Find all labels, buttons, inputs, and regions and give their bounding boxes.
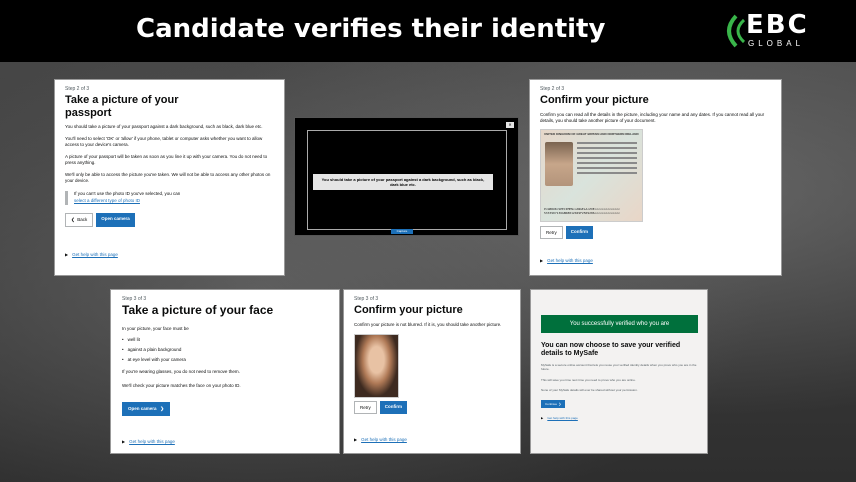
passport-instructions-panel: Step 2 of 3 Take a picture of your passp… [54, 79, 285, 276]
select-different-id-link[interactable]: select a different type of photo ID [74, 198, 274, 205]
passport-image: UNITED KINGDOM OF GREAT BRITAIN AND NORT… [540, 128, 643, 222]
open-camera-button[interactable]: Open camera ❯ [122, 402, 171, 417]
instruction-auto-capture: A picture of your passport will be taken… [65, 153, 268, 166]
match-note: We'll check your picture matches the fac… [122, 382, 241, 388]
continue-button[interactable]: Continue ❯ [541, 400, 566, 408]
step-indicator: Step 3 of 3 [122, 296, 147, 302]
chevron-right-icon: ❯ [156, 406, 165, 412]
open-camera-label: Open camera [128, 406, 157, 412]
triangle-right-icon: ▶ [541, 416, 544, 420]
page-heading: Take a picture of your face [122, 303, 274, 317]
step-indicator: Step 2 of 3 [540, 86, 565, 92]
chevron-right-icon: ❯ [557, 402, 562, 406]
inset-text: If you can't use the photo ID you've sel… [65, 190, 274, 205]
mysafe-benefit: This will save you time next time you ne… [541, 378, 636, 382]
button-row: Retry Confirm [354, 401, 510, 415]
inset-text-body: If you can't use the photo ID you've sel… [74, 190, 181, 196]
glasses-note: If you're wearing glasses, you do not ne… [122, 369, 240, 375]
camera-view-panel: ✕ You should take a picture of your pass… [294, 117, 519, 236]
get-help-link[interactable]: Get help with this page [547, 258, 593, 263]
face-intro: In your picture, your face must be [122, 325, 189, 331]
face-requirements-list: well lit against a plain background at e… [122, 337, 328, 362]
page-heading: Confirm your picture [354, 304, 463, 316]
logo-subtitle: GLOBAL [748, 39, 805, 48]
help-row: ▶ Get help with this page [122, 430, 328, 448]
instruction-dark-background: You should take a picture of your passpo… [65, 124, 263, 130]
instruction-camera-permission: You'll need to select 'OK' or 'allow' if… [65, 135, 263, 148]
retry-button[interactable]: Retry [354, 401, 377, 415]
get-help-link[interactable]: Get help with this page [72, 252, 118, 257]
back-button[interactable]: ❮ Back [65, 212, 94, 227]
verification-success-panel: You successfully verified who you are Yo… [530, 289, 708, 454]
ebc-logo: EBC GLOBAL [718, 10, 828, 50]
confirm-passport-panel: Step 2 of 3 Confirm your picture Confirm… [529, 79, 782, 276]
help-row: ▶ Get help with this page [540, 249, 771, 267]
page-heading: You can now choose to save your verified… [541, 342, 681, 358]
triangle-right-icon: ▶ [354, 437, 358, 443]
triangle-right-icon: ▶ [540, 257, 544, 263]
confirm-face-panel: Step 3 of 3 Confirm your picture Confirm… [343, 289, 521, 454]
list-item: at eye level with your camera [122, 357, 328, 362]
title-bar: Candidate verifies their identity EBC GL… [0, 0, 856, 62]
help-row: ▶ Get help with this page [354, 428, 510, 446]
confirm-instructions: Confirm your picture is not blurred. If … [354, 321, 502, 327]
slide-title: Candidate verifies their identity [136, 14, 606, 44]
list-item: against a plain background [122, 347, 328, 352]
get-help-link[interactable]: Get help with this page [361, 437, 407, 442]
mysafe-privacy: None of your MySafe details will ever be… [541, 388, 638, 392]
close-icon[interactable]: ✕ [506, 122, 514, 128]
help-row: ▶ Get help with this page [65, 243, 274, 261]
heading-line-2: passport [65, 106, 112, 119]
confirm-instructions: Confirm you can read all the details in … [540, 111, 765, 124]
face-instructions-panel: Step 3 of 3 Take a picture of your face … [110, 289, 340, 454]
face-photo [354, 334, 399, 399]
success-banner: You successfully verified who you are [541, 315, 698, 333]
passport-mrz: P<GBRUK<SPECIMEN<<ANGELA<ZOE<<<<<<<<<<<<… [544, 207, 620, 215]
passport-fields [577, 141, 637, 177]
continue-label: Continue [545, 402, 558, 406]
step-indicator: Step 3 of 3 [354, 296, 379, 302]
triangle-right-icon: ▶ [122, 439, 126, 445]
heading-line-1: Take a picture of your [65, 94, 179, 106]
help-row: ▶ Get help with this page [541, 416, 578, 420]
success-page: You successfully verified who you are Yo… [531, 290, 707, 453]
button-row: Open camera ❯ [122, 397, 328, 417]
get-help-link[interactable]: Get help with this page [129, 439, 175, 444]
capture-button[interactable]: Capture [391, 229, 413, 234]
triangle-right-icon: ▶ [65, 251, 69, 257]
button-row: ❮ Back Open camera [65, 212, 274, 227]
passport-header: UNITED KINGDOM OF GREAT BRITAIN AND NORT… [544, 131, 639, 136]
confirm-button[interactable]: Confirm [565, 225, 594, 239]
retry-button[interactable]: Retry [540, 225, 563, 239]
open-camera-button[interactable]: Open camera [96, 212, 135, 227]
camera-guidance-message: You should take a picture of your passpo… [313, 174, 493, 190]
page-heading: Take a picture of your passport [65, 94, 274, 119]
logo-brand: EBC [746, 10, 809, 40]
mysafe-description: MySafe is a secure online account that l… [541, 363, 697, 372]
get-help-link[interactable]: Get help with this page [547, 416, 578, 420]
mrz-line-2: 5333907136GBR8812049F2509286<<<<<<<<<<<<… [544, 210, 620, 215]
button-row: Retry Confirm [540, 225, 771, 239]
list-item: well lit [122, 337, 328, 342]
step-indicator: Step 2 of 3 [65, 86, 90, 92]
logo-swoosh-icon [727, 14, 746, 48]
passport-photo [545, 141, 573, 186]
confirm-button[interactable]: Confirm [379, 401, 408, 415]
instruction-privacy: We'll only be able to access the picture… [65, 171, 271, 184]
page-heading: Confirm your picture [540, 94, 649, 106]
back-label: Back [77, 216, 88, 222]
